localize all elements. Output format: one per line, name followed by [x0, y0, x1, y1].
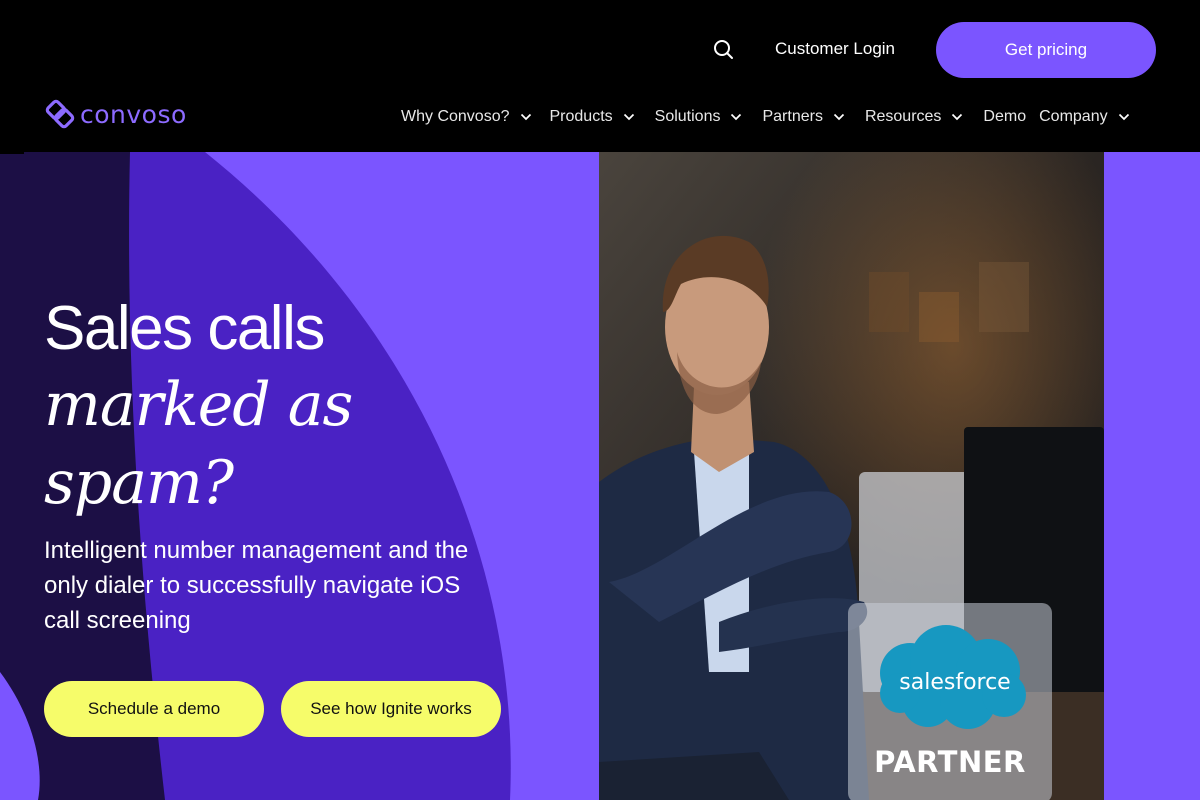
- salesforce-partner-badge: salesforce PARTNER: [848, 603, 1052, 800]
- chevron-down-icon: [952, 113, 963, 121]
- hero-headline: Sales calls marked as spam?: [44, 292, 353, 522]
- headline-line-3: spam?: [44, 448, 234, 518]
- nav-item-label: Demo: [983, 108, 1027, 125]
- headline-line-2: marked as: [44, 370, 353, 440]
- nav-item-resources[interactable]: Resources: [865, 108, 963, 126]
- chevron-down-icon: [731, 113, 742, 121]
- nav-item-demo[interactable]: Demo: [983, 108, 1026, 126]
- nav-item-label: Solutions: [654, 108, 721, 125]
- chevron-down-icon: [520, 113, 531, 121]
- logo-wordmark: convoso: [80, 99, 187, 129]
- nav-item-partners[interactable]: Partners: [762, 108, 845, 126]
- nav-item-label: Partners: [762, 108, 823, 125]
- search-icon[interactable]: [712, 38, 736, 62]
- headline-line-1: Sales calls: [44, 294, 325, 363]
- main-nav: Why Convoso? Products Solutions Partners…: [401, 105, 1130, 129]
- nav-item-solutions[interactable]: Solutions: [655, 108, 743, 126]
- customer-login-link[interactable]: Customer Login: [775, 39, 895, 59]
- nav-item-label: Company: [1039, 108, 1108, 125]
- convoso-logo-icon: [45, 99, 75, 129]
- chevron-down-icon: [833, 113, 845, 121]
- nav-item-company[interactable]: Company: [1039, 108, 1129, 126]
- nav-item-label: Resources: [864, 108, 942, 125]
- chevron-down-icon: [1118, 113, 1129, 121]
- partner-label: PARTNER: [874, 745, 1026, 779]
- convoso-logo[interactable]: convoso: [44, 98, 187, 130]
- hero-section: Sales calls marked as spam? Intelligent …: [0, 152, 1200, 800]
- salesforce-wordmark: salesforce: [899, 670, 1010, 695]
- get-pricing-button[interactable]: Get pricing: [936, 22, 1156, 78]
- nav-item-label: Why Convoso?: [401, 108, 510, 125]
- nav-item-why-convoso[interactable]: Why Convoso?: [401, 108, 532, 126]
- nav-item-products[interactable]: Products: [550, 108, 635, 126]
- nav-item-label: Products: [549, 108, 613, 125]
- site-header: Customer Login Get pricing convoso Why C…: [0, 0, 1200, 152]
- schedule-demo-button[interactable]: Schedule a demo: [44, 681, 264, 737]
- hero-subheadline: Intelligent number management and the on…: [44, 537, 469, 634]
- salesforce-cloud-icon: salesforce: [880, 625, 1026, 729]
- chevron-down-icon: [623, 113, 634, 121]
- see-ignite-button[interactable]: See how Ignite works: [281, 681, 501, 737]
